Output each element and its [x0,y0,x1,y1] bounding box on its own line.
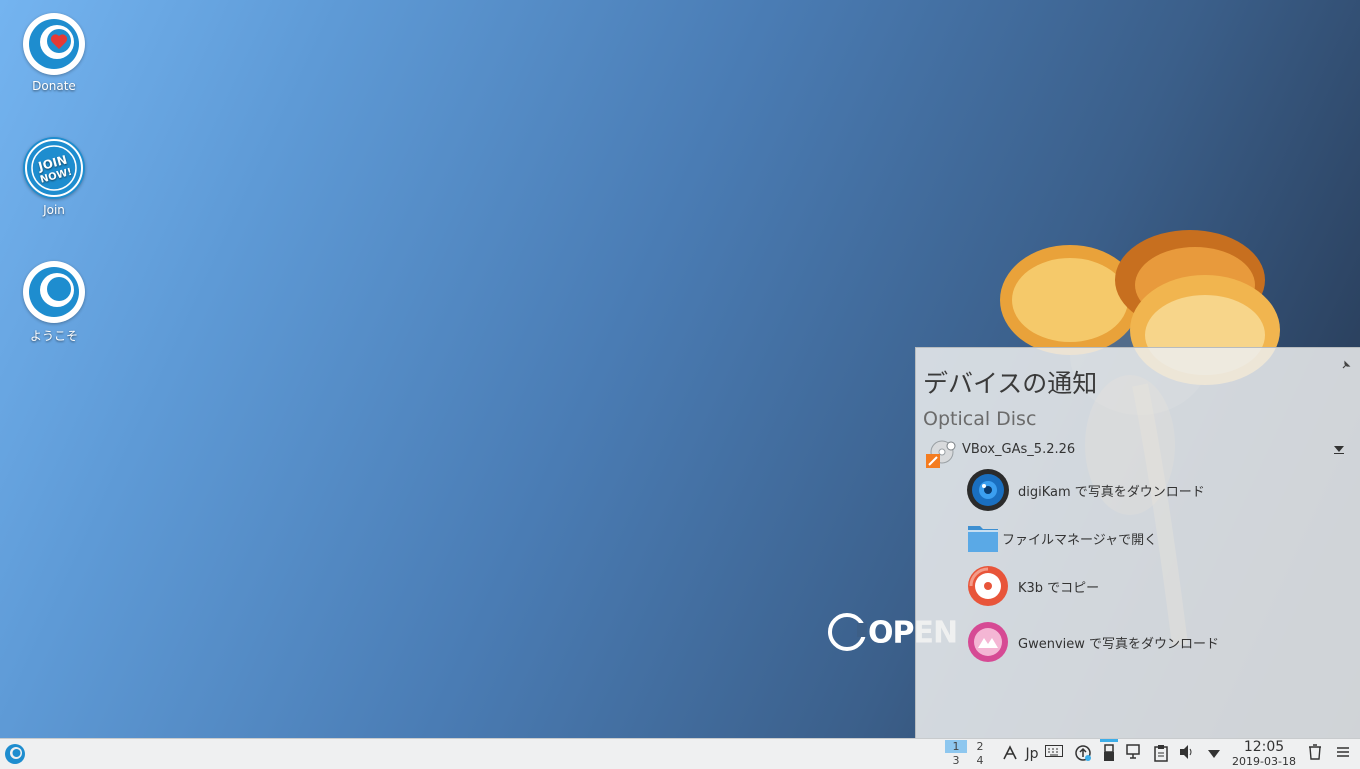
volume-icon[interactable] [1177,744,1197,764]
virtual-desktop-pager: 1 2 3 4 [945,740,993,768]
pager-desktop-1[interactable]: 1 [945,740,967,753]
action-label: ファイルマネージャで開く [1002,533,1158,548]
input-language-indicator[interactable]: Jp [1023,744,1041,764]
input-method-icon[interactable] [1000,744,1020,764]
desktop-icon-label: Donate [32,79,76,93]
desktop-icon-label: ようこそ [29,329,78,343]
gwenview-icon [968,622,1008,662]
tray-expand-arrow-icon[interactable] [1205,744,1223,764]
updates-icon[interactable] [1073,744,1093,764]
opensuse-welcome-icon [23,261,85,323]
device-row[interactable]: VBox_GAs_5.2.26 [924,440,1354,470]
pin-icon[interactable] [1341,360,1351,373]
device-label: VBox_GAs_5.2.26 [962,442,1076,457]
action-gwenview[interactable]: Gwenview で写真をダウンロード [966,620,1336,664]
application-launcher-icon[interactable] [4,743,26,765]
pager-desktop-2[interactable]: 2 [969,740,991,753]
expand-arrow-icon[interactable] [1334,446,1344,454]
action-digikam[interactable]: digiKam で写真をダウンロード [966,468,1336,512]
keyboard-icon[interactable] [1044,744,1064,764]
k3b-icon [968,566,1008,606]
action-label: digiKam で写真をダウンロード [1018,485,1205,500]
action-file-manager[interactable]: ファイルマネージャで開く [966,516,1336,560]
clock-date[interactable]: 2019-03-18 [1226,755,1302,768]
optical-disc-icon [926,440,956,468]
desktop-icon-join[interactable]: JOIN NOW! Join [14,137,94,217]
action-label: K3b でコピー [1018,581,1100,596]
pager-desktop-4[interactable]: 4 [969,754,991,767]
device-notifier-icon[interactable] [1099,744,1119,764]
device-notifier-popup: デバイスの通知 Optical Disc VBox_GAs_5.2.26 dig… [915,347,1360,739]
device-category: Optical Disc [923,408,1037,430]
popup-title: デバイスの通知 [923,369,1098,398]
join-now-icon: JOIN NOW! [23,137,85,199]
desktop-icon-donate[interactable]: Donate [14,13,94,93]
brand-ring-icon [828,613,867,651]
donate-heart-icon [23,13,85,75]
trash-icon[interactable] [1306,744,1324,764]
taskbar: 1 2 3 4 Jp 12:05 2019-03-18 [0,738,1360,769]
network-icon[interactable] [1125,744,1145,764]
digikam-icon [967,469,1009,511]
desktop-icon-welcome[interactable]: ようこそ [14,261,94,344]
action-label: Gwenview で写真をダウンロード [1018,637,1220,652]
pager-desktop-3[interactable]: 3 [945,754,967,767]
action-k3b[interactable]: K3b でコピー [966,564,1336,608]
panel-menu-icon[interactable] [1334,744,1352,764]
active-indicator-bar [1100,739,1118,742]
clock-time[interactable]: 12:05 [1240,739,1288,755]
clipboard-icon[interactable] [1151,744,1171,764]
desktop-icon-label: Join [43,203,65,217]
